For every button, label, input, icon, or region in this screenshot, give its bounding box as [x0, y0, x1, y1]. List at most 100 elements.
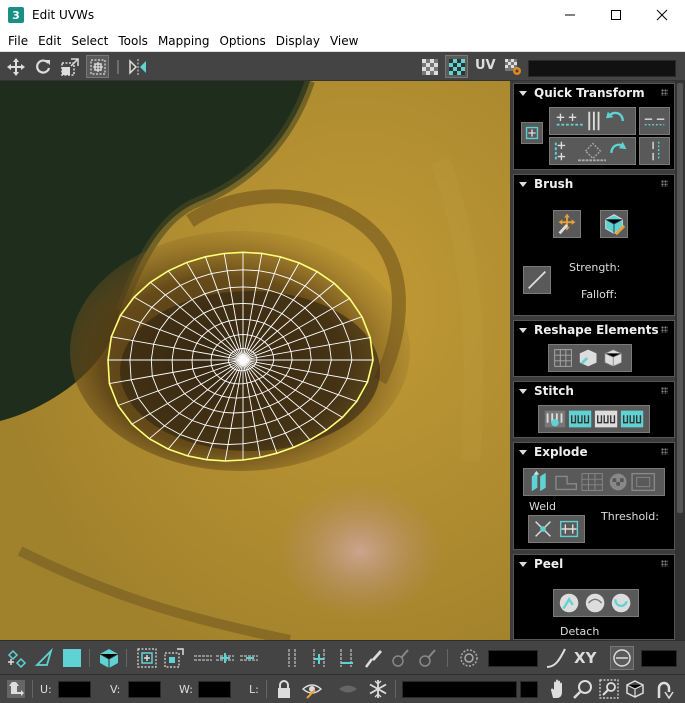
rollout-title: Explode [534, 445, 588, 459]
rollout-header-peel[interactable]: Peel [514, 555, 674, 573]
align-horizontal-button[interactable] [549, 107, 636, 135]
polygon-mode-button[interactable] [60, 646, 84, 670]
minimize-button[interactable] [547, 0, 593, 30]
rollout-header-reshape[interactable]: Reshape Elements [514, 321, 674, 339]
u-coordinate-field[interactable] [58, 681, 91, 698]
w-coordinate-field[interactable] [198, 681, 231, 698]
uv-canvas[interactable] [0, 81, 510, 640]
separator [266, 680, 267, 698]
freeze-button[interactable] [366, 677, 390, 701]
falloff-space-xy[interactable]: XY [574, 649, 596, 667]
scale-tool-button[interactable] [58, 55, 81, 78]
menu-display[interactable]: Display [272, 34, 324, 48]
separator-icon [117, 59, 119, 74]
space-vertical-icon [652, 141, 660, 161]
grip-icon [661, 448, 668, 455]
selection-set-dropdown[interactable] [520, 681, 538, 698]
pivot-icon [525, 126, 539, 140]
absolute-offset-toggle[interactable] [4, 677, 28, 701]
stitch-buttons-group[interactable] [538, 405, 650, 433]
unhide-button[interactable] [336, 677, 360, 701]
hide-selected-button[interactable] [300, 677, 324, 701]
shrink-selection-button[interactable] [162, 646, 186, 670]
vertex-mode-button[interactable] [4, 646, 28, 670]
uv-mesh-center-vertex[interactable] [240, 357, 246, 363]
paint-move-button[interactable] [553, 210, 581, 238]
rollout-title: Reshape Elements [534, 323, 659, 337]
explode-buttons-group[interactable] [523, 468, 665, 496]
lock-selection-button[interactable] [272, 677, 296, 701]
zoom-button[interactable] [571, 677, 595, 701]
edge-icon [34, 647, 53, 666]
uv-label[interactable]: UV [475, 58, 496, 73]
texture-dropdown[interactable] [528, 60, 676, 77]
falloff-distance-field[interactable] [641, 650, 677, 667]
element-mode-button[interactable] [97, 646, 121, 670]
map-settings-icon [504, 58, 521, 75]
move-tool-button[interactable] [4, 55, 27, 78]
brush-falloff-button[interactable] [523, 266, 551, 294]
loop-ring-buttons[interactable] [192, 646, 274, 670]
grow-selection-button[interactable] [135, 646, 159, 670]
weld-buttons-group[interactable] [528, 515, 585, 543]
menu-file[interactable]: File [4, 34, 32, 48]
menu-edit[interactable]: Edit [34, 34, 65, 48]
set-pivot-button[interactable] [521, 122, 543, 144]
ring-shrink-button[interactable] [334, 646, 358, 670]
peel-buttons-group[interactable] [553, 589, 639, 617]
rollout-stitch: Stitch [513, 381, 675, 438]
ring-selection-icon [288, 649, 296, 667]
ring-selection-button[interactable] [280, 646, 304, 670]
texture-checker-button[interactable] [445, 55, 468, 78]
explode-icon [531, 470, 656, 492]
paint-select-button[interactable] [361, 646, 385, 670]
ring-grow-button[interactable] [307, 646, 331, 670]
window-controls [547, 0, 685, 30]
edge-mode-button[interactable] [32, 646, 56, 670]
paint-grow-button[interactable] [388, 646, 412, 670]
menu-view[interactable]: View [326, 34, 362, 48]
v-coordinate-field[interactable] [128, 681, 161, 698]
rollout-peel: Peel Detach [513, 554, 675, 640]
space-vertical-button[interactable] [639, 137, 670, 165]
rollout-header-stitch[interactable]: Stitch [514, 382, 674, 400]
checker-map-button[interactable] [418, 55, 441, 78]
collapse-arrow-icon [519, 90, 527, 96]
rollout-header-explode[interactable]: Explode [514, 443, 674, 461]
rotate-tool-button[interactable] [31, 55, 54, 78]
pan-button[interactable] [546, 677, 570, 701]
rollout-reshape-elements: Reshape Elements [513, 320, 675, 377]
menu-mapping[interactable]: Mapping [154, 34, 214, 48]
rollout-brush: Brush Strength: Falloff: [513, 174, 675, 316]
align-vertical-button[interactable] [549, 137, 636, 165]
soft-selection-value-field[interactable] [488, 650, 538, 667]
relax-brush-button[interactable] [600, 210, 628, 238]
rollout-header-brush[interactable]: Brush [514, 175, 674, 193]
freeform-tool-button[interactable] [86, 55, 109, 78]
space-horizontal-button[interactable] [639, 107, 670, 135]
panel-scrollbar[interactable] [675, 81, 685, 640]
rollout-header-quick-transform[interactable]: Quick Transform [514, 84, 674, 102]
texture-checker-icon [448, 58, 465, 75]
paint-shrink-button[interactable] [415, 646, 439, 670]
zoom-extents-button[interactable] [623, 677, 647, 701]
mirror-tool-button[interactable] [126, 55, 149, 78]
falloff-distance-button[interactable] [610, 646, 634, 670]
reshape-buttons-group[interactable] [548, 344, 632, 372]
transform-mode-icon [7, 680, 25, 698]
zoom-region-button[interactable] [597, 677, 621, 701]
lock-icon [278, 680, 290, 698]
snap-button[interactable] [652, 677, 676, 701]
soft-selection-button[interactable] [457, 646, 481, 670]
close-button[interactable] [639, 0, 685, 30]
menu-options[interactable]: Options [215, 34, 269, 48]
scrollbar-thumb[interactable] [677, 83, 683, 513]
stitch-icon [544, 410, 644, 428]
settings-map-button[interactable] [501, 55, 524, 78]
menu-select[interactable]: Select [67, 34, 112, 48]
maximize-button[interactable] [593, 0, 639, 30]
selection-set-field[interactable] [402, 681, 517, 698]
falloff-type-button[interactable] [544, 646, 568, 670]
uv-viewport[interactable] [0, 81, 510, 640]
menu-tools[interactable]: Tools [114, 34, 152, 48]
